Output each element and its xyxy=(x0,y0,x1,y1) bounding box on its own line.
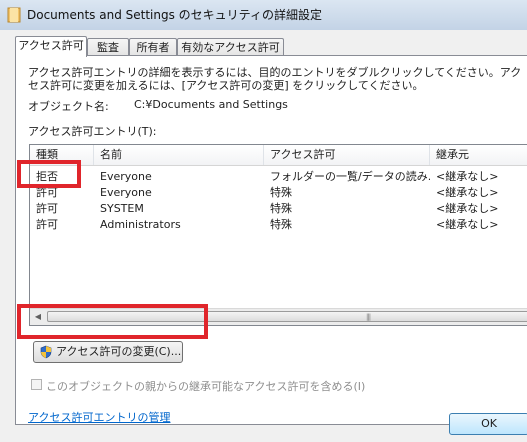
manage-permission-entries-link[interactable]: アクセス許可エントリの管理 xyxy=(28,409,170,425)
scroll-left-arrow-icon[interactable]: ◀ xyxy=(30,309,46,325)
entry-name: Administrators xyxy=(100,218,181,231)
column-header-inherited-from[interactable]: 継承元 xyxy=(430,145,527,165)
dialog-body: アクセス許可 監査 所有者 有効なアクセス許可 アクセス許可エントリの詳細を表示… xyxy=(0,30,527,442)
ok-button[interactable]: OK xyxy=(449,413,527,435)
entry-type: 許可 xyxy=(36,218,58,231)
entry-inherited-from: <継承なし> xyxy=(436,202,499,215)
entry-type: 許可 xyxy=(36,202,58,215)
object-name-value: C:¥Documents and Settings xyxy=(134,98,288,111)
entry-name: Everyone xyxy=(100,170,152,183)
change-permissions-button[interactable]: アクセス許可の変更(C)... xyxy=(33,341,183,363)
description-text: アクセス許可エントリの詳細を表示するには、目的のエントリをダブルクリックしてくだ… xyxy=(28,66,522,92)
entry-name: Everyone xyxy=(100,186,152,199)
tab-owner[interactable]: 所有者 xyxy=(129,38,177,55)
entry-type: 拒否 xyxy=(36,170,58,183)
tab-permissions[interactable]: アクセス許可 xyxy=(15,36,87,57)
entry-inherited-from: <継承なし> xyxy=(436,170,499,183)
column-header-permission[interactable]: アクセス許可 xyxy=(264,145,430,165)
folder-icon xyxy=(7,7,21,23)
tab-auditing[interactable]: 監査 xyxy=(87,38,129,55)
permission-entries-list[interactable]: 種類 名前 アクセス許可 継承元 拒否 Everyone フォルダーの一覧/デー… xyxy=(29,144,527,326)
entry-inherited-from: <継承なし> xyxy=(436,186,499,199)
permission-entries-label: アクセス許可エントリ(T): xyxy=(28,125,157,138)
list-item[interactable]: 許可 SYSTEM 特殊 <継承なし> xyxy=(30,201,527,217)
permissions-panel: アクセス許可エントリの詳細を表示するには、目的のエントリをダブルクリックしてくだ… xyxy=(15,55,527,425)
column-header-type[interactable]: 種類 xyxy=(30,145,94,165)
inherit-permissions-checkbox[interactable] xyxy=(31,379,42,390)
entry-permission: 特殊 xyxy=(270,186,292,199)
list-item[interactable]: 許可 Everyone 特殊 <継承なし> xyxy=(30,185,527,201)
change-permissions-label: アクセス許可の変更(C)... xyxy=(56,345,182,358)
object-name-label: オブジェクト名: xyxy=(28,100,109,113)
title-bar: Documents and Settings のセキュリティの詳細設定 xyxy=(0,0,527,30)
list-header: 種類 名前 アクセス許可 継承元 xyxy=(30,145,527,166)
entry-permission: 特殊 xyxy=(270,218,292,231)
entry-permission: 特殊 xyxy=(270,202,292,215)
scrollbar-thumb[interactable]: ||| xyxy=(47,311,527,322)
list-item[interactable]: 拒否 Everyone フォルダーの一覧/データの読み... <継承なし> xyxy=(30,169,527,185)
entry-name: SYSTEM xyxy=(100,202,144,215)
list-item[interactable]: 許可 Administrators 特殊 <継承なし> xyxy=(30,217,527,233)
column-header-name[interactable]: 名前 xyxy=(94,145,264,165)
tab-effective-permissions[interactable]: 有効なアクセス許可 xyxy=(177,38,284,55)
inherit-permissions-label: このオブジェクトの親からの継承可能なアクセス許可を含める(I) xyxy=(46,380,366,393)
uac-shield-icon xyxy=(40,345,52,359)
horizontal-scrollbar[interactable]: ◀ ||| xyxy=(30,308,527,325)
entry-permission: フォルダーの一覧/データの読み... xyxy=(270,170,430,183)
grip-icon: ||| xyxy=(366,313,371,321)
entry-inherited-from: <継承なし> xyxy=(436,218,499,231)
window-title: Documents and Settings のセキュリティの詳細設定 xyxy=(27,8,322,22)
entry-type: 許可 xyxy=(36,186,58,199)
